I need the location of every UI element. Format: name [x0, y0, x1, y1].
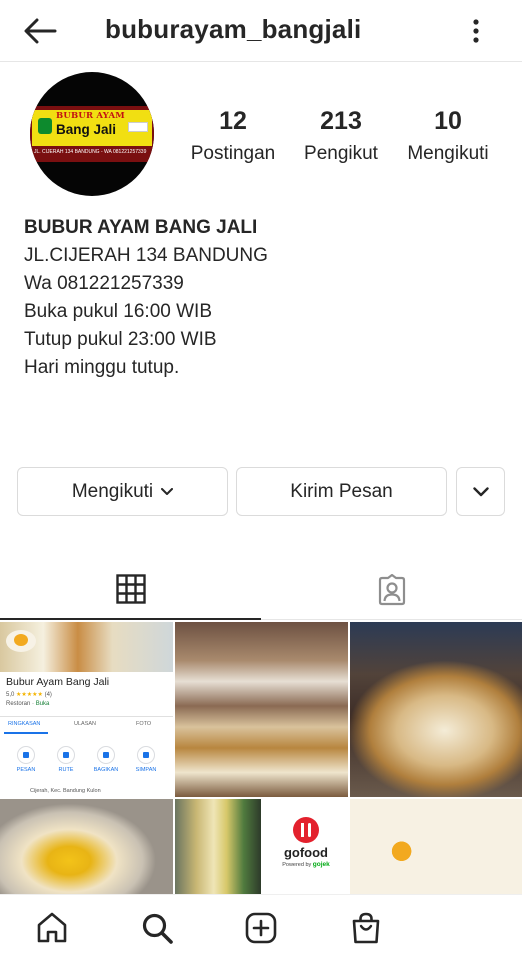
stat-following-label: Mengikuti: [407, 143, 489, 164]
top-bar: buburayam_bangjali: [0, 0, 522, 62]
more-options-button[interactable]: [460, 14, 492, 48]
tagged-person-icon: [378, 573, 405, 605]
tab-posts-grid[interactable]: [0, 560, 261, 620]
maps-action: RUTE: [46, 746, 86, 773]
maps-rating: 5,0: [6, 692, 15, 698]
home-icon: [37, 912, 67, 943]
posts-grid: Bubur Ayam Bang Jali 5,0 ★★★★★ (4) Resto…: [0, 622, 522, 894]
bio-line: Hari minggu tutup.: [24, 357, 180, 378]
maps-rating-row: 5,0 ★★★★★ (4): [6, 691, 52, 698]
tab-tagged[interactable]: [261, 560, 522, 620]
post-thumbnail-food-bowl[interactable]: [350, 622, 522, 797]
maps-place-title: Bubur Ayam Bang Jali: [6, 676, 110, 688]
halal-badge-icon: [38, 118, 52, 134]
stat-followers-count: 213: [320, 107, 362, 135]
maps-tab-label: FOTO: [136, 721, 152, 727]
gofood-logo-icon: [293, 817, 319, 843]
grid-icon: [115, 574, 146, 604]
add-post-icon: [245, 912, 277, 944]
maps-review-count: (4): [44, 692, 52, 698]
post-thumbnail-eggs-bubur[interactable]: [0, 799, 173, 894]
send-message-label: Kirim Pesan: [290, 480, 393, 502]
nav-home[interactable]: [32, 909, 72, 947]
bio-line: Tutup pukul 23:00 WIB: [24, 329, 217, 350]
maps-category: Restoran: [6, 701, 31, 707]
arrow-left-icon: [24, 18, 57, 44]
stat-followers-label: Pengikut: [304, 143, 378, 164]
post-thumbnail-maps[interactable]: Bubur Ayam Bang Jali 5,0 ★★★★★ (4) Resto…: [0, 622, 173, 797]
bio-name: BUBUR AYAM BANG JALI: [24, 217, 258, 238]
stat-following[interactable]: 10 Mengikuti: [400, 106, 496, 168]
star-rating-icon: ★★★★★: [16, 692, 43, 698]
maps-action-label: RUTE: [58, 767, 74, 773]
maps-address: Cijerah, Kec. Bandung Kulon: [30, 788, 101, 794]
back-button[interactable]: [20, 14, 60, 48]
post-thumbnail-bubur-egg[interactable]: [350, 799, 522, 894]
avatar-sign-label-icon: [128, 122, 148, 132]
stat-posts[interactable]: 12 Postingan: [187, 106, 279, 168]
gojek-brand: gojek: [312, 861, 330, 868]
share-icon: [97, 746, 115, 764]
nav-create[interactable]: [241, 909, 281, 947]
maps-divider: [0, 716, 173, 717]
maps-open-status: Buka: [35, 701, 50, 707]
directions-icon: [57, 746, 75, 764]
search-icon: [142, 913, 173, 944]
profile-avatar[interactable]: Bubur Ayam Bang Jali JL. CIJERAH 134 BAN…: [30, 72, 154, 196]
stat-following-count: 10: [434, 107, 462, 135]
yolk-image: [14, 634, 28, 646]
profile-username: buburayam_bangjali: [105, 14, 362, 44]
post-thumbnail-gofood[interactable]: gofood Powered by gojek: [263, 799, 349, 894]
bio-line: Buka pukul 16:00 WIB: [24, 301, 212, 322]
maps-action-label: PESAN: [16, 767, 36, 773]
bottom-navigation: [0, 894, 522, 960]
send-message-button[interactable]: Kirim Pesan: [236, 467, 447, 516]
bio-line: JL.CIJERAH 134 BANDUNG: [24, 245, 268, 266]
maps-action-label: BAGIKAN: [93, 767, 119, 773]
suggested-accounts-button[interactable]: [456, 467, 505, 516]
chevron-down-icon: [472, 486, 489, 496]
maps-action-label: SIMPAN: [135, 767, 157, 773]
message-icon: [17, 746, 35, 764]
nav-search[interactable]: [137, 909, 177, 947]
profile-bio: BUBUR AYAM BANG JALI JL.CIJERAH 134 BAND…: [24, 214, 504, 382]
gofood-name: gofood: [283, 845, 329, 860]
maps-action: PESAN: [6, 746, 46, 773]
stat-followers[interactable]: 213 Pengikut: [296, 106, 386, 168]
following-button-label: Mengikuti: [71, 480, 154, 502]
maps-active-tab-indicator: [4, 732, 48, 734]
stat-posts-count: 12: [219, 107, 247, 135]
maps-action: SIMPAN: [126, 746, 166, 773]
more-vertical-icon: [473, 19, 479, 43]
chevron-down-icon: [161, 487, 174, 495]
profile-tabs: [0, 560, 522, 620]
avatar-sign: Bubur Ayam Bang Jali JL. CIJERAH 134 BAN…: [30, 106, 154, 162]
shop-bag-icon: [352, 912, 380, 944]
maps-tab-row: RINGKASAN ULASAN FOTO: [0, 719, 173, 733]
following-button[interactable]: Mengikuti: [17, 467, 228, 516]
stat-posts-label: Postingan: [190, 143, 276, 164]
bio-line: Wa 081221257339: [24, 273, 184, 294]
maps-action: BAGIKAN: [86, 746, 126, 773]
maps-tab-label: RINGKASAN: [8, 721, 41, 727]
bookmark-icon: [137, 746, 155, 764]
avatar-sign-board: Bubur Ayam Bang Jali: [32, 110, 152, 146]
maps-category-row: Restoran · Buka: [6, 701, 50, 707]
nav-shop[interactable]: [346, 909, 386, 947]
gofood-powered-by-label: Powered by: [282, 862, 312, 868]
post-thumbnail-menu[interactable]: [175, 799, 261, 894]
gofood-powered-by: Powered by gojek: [263, 861, 349, 868]
avatar-sign-address: JL. CIJERAH 134 BANDUNG - WA 08122125733…: [34, 149, 147, 155]
avatar-sign-name: Bang Jali: [56, 122, 117, 137]
avatar-sign-title: Bubur Ayam: [56, 111, 125, 121]
maps-tab-label: ULASAN: [74, 721, 97, 727]
post-thumbnail-food-collage[interactable]: [175, 622, 348, 797]
